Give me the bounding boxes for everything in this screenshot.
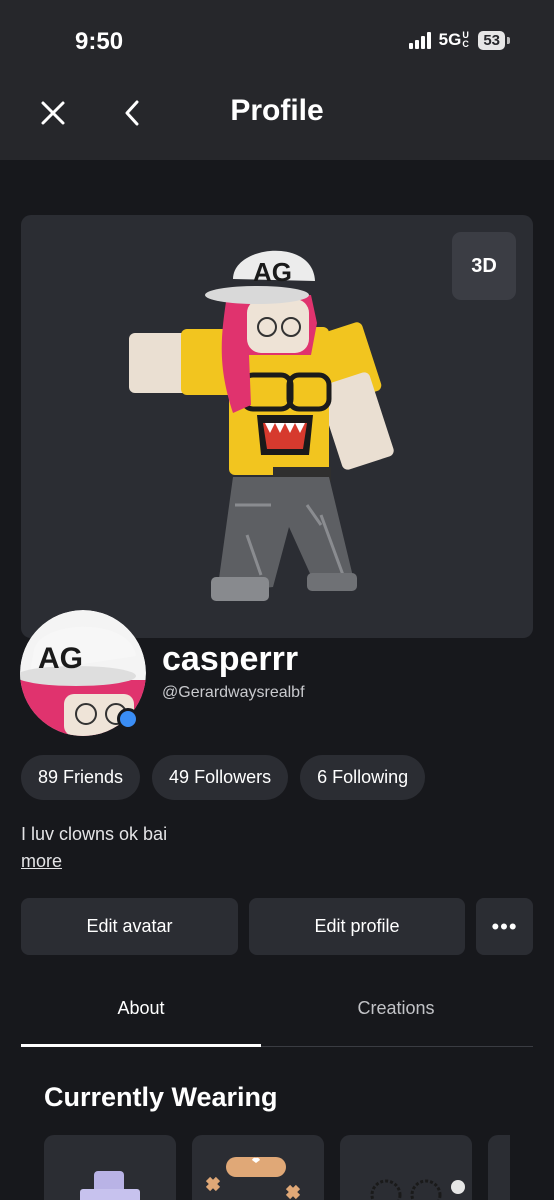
- username: @Gerardwaysrealbf: [162, 684, 305, 701]
- battery-icon: 53: [478, 30, 510, 50]
- display-name: casperrr: [162, 640, 299, 678]
- edit-profile-button[interactable]: Edit profile: [249, 898, 465, 955]
- bio-more-link[interactable]: more: [21, 851, 62, 872]
- top-bar: 9:50 5G UC 53 Profile: [0, 0, 554, 160]
- wearing-item[interactable]: [44, 1135, 176, 1200]
- followers-count-button[interactable]: 49 Followers: [152, 755, 289, 800]
- bio-text: I luv clowns ok bai: [21, 824, 168, 844]
- currently-wearing-title: Currently Wearing: [44, 1082, 278, 1112]
- edit-avatar-button[interactable]: Edit avatar: [21, 898, 238, 955]
- signal-icon: [408, 31, 431, 49]
- wearing-item[interactable]: [192, 1135, 324, 1200]
- tab-active-indicator: [21, 1044, 261, 1047]
- toggle-3d-button[interactable]: 3D: [452, 232, 516, 300]
- page-title: Profile: [230, 94, 324, 127]
- wearing-item[interactable]: [488, 1135, 510, 1200]
- svg-text:AG: AG: [253, 257, 292, 287]
- status-indicators: 5G UC 53: [408, 30, 510, 50]
- svg-text:AG: AG: [38, 642, 83, 675]
- avatar-viewport[interactable]: AG 3D: [21, 215, 533, 638]
- wearing-item[interactable]: [340, 1135, 472, 1200]
- more-options-button[interactable]: •••: [476, 898, 533, 955]
- network-badge: UC: [462, 30, 469, 49]
- friends-count-button[interactable]: 89 Friends: [21, 755, 141, 800]
- online-status-dot: [117, 708, 139, 730]
- network-label: 5G: [438, 30, 462, 49]
- stats-row: 89 Friends 49 Followers 6 Following: [21, 755, 426, 800]
- battery-level: 53: [478, 30, 505, 50]
- following-count-button[interactable]: 6 Following: [300, 755, 426, 800]
- wearing-items-list: [44, 1135, 510, 1200]
- status-time: 9:50: [75, 28, 124, 55]
- tab-about[interactable]: About: [21, 998, 261, 1019]
- tab-creations[interactable]: Creations: [276, 998, 516, 1019]
